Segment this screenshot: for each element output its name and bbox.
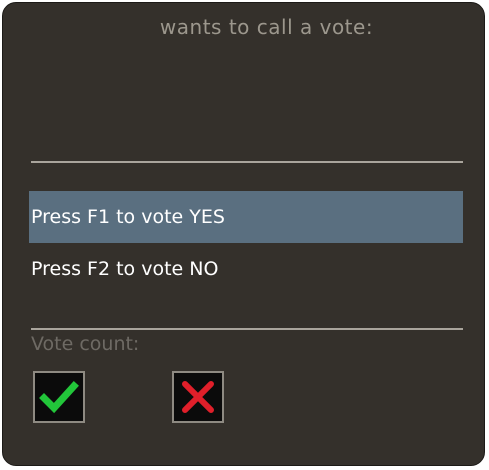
top-divider (31, 161, 463, 163)
check-icon (39, 381, 79, 414)
cross-icon (182, 381, 214, 413)
vote-no-button[interactable] (172, 371, 224, 423)
vote-yes-option[interactable]: Press F1 to vote YES (29, 191, 463, 243)
vote-no-option[interactable]: Press F2 to vote NO (29, 243, 463, 295)
vote-count-label: Vote count: (31, 333, 140, 355)
vote-yes-button[interactable] (33, 371, 85, 423)
vote-title: wants to call a vote: (159, 15, 374, 39)
bottom-divider (31, 328, 463, 330)
vote-dialog: wants to call a vote: Press F1 to vote Y… (2, 2, 485, 466)
